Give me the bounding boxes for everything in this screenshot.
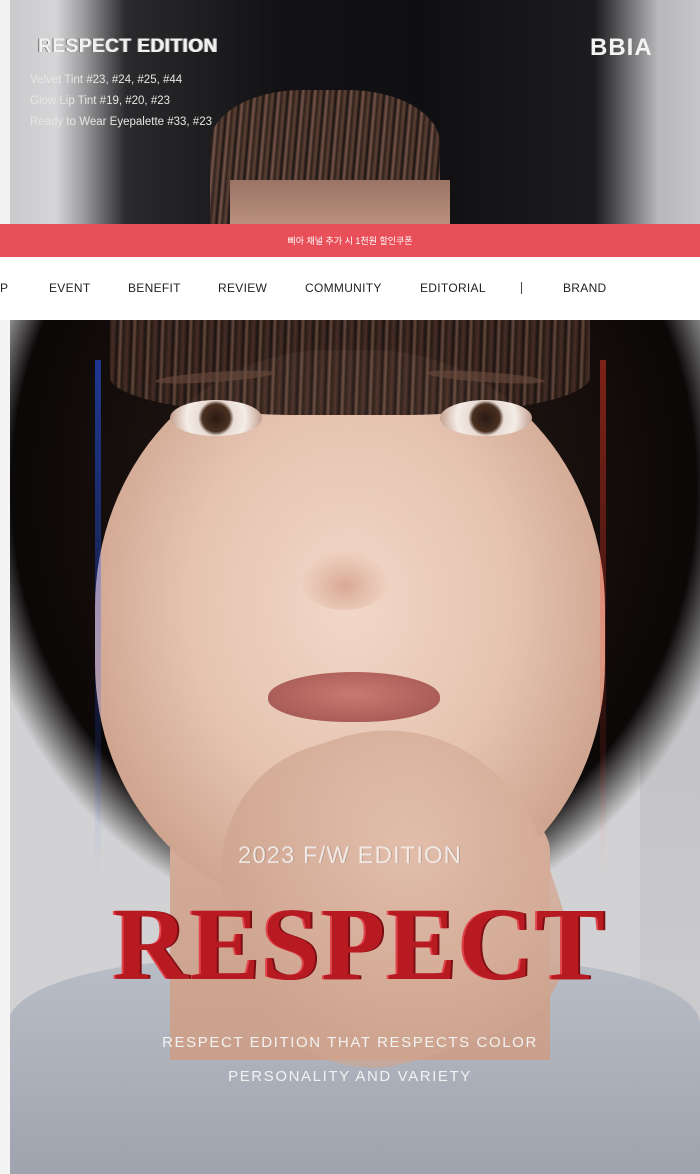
nav-item-benefit[interactable]: BENEFIT <box>128 281 181 295</box>
nav-item-community[interactable]: COMMUNITY <box>305 281 382 295</box>
nav-item-event[interactable]: EVENT <box>49 281 91 295</box>
nav-divider <box>521 282 522 294</box>
tagline-line-1: RESPECT EDITION THAT RESPECTS COLOR <box>162 1034 538 1051</box>
hero-product-item: Velvet Tint #23, #24, #25, #44 <box>30 74 183 86</box>
edition-label: 2023 F/W EDITION <box>237 842 463 869</box>
promo-text: 삐아 채널 추가 시 1천원 할인쿠폰 <box>287 236 413 246</box>
hero-face-image <box>230 180 450 224</box>
hero-product-list: Velvet Tint #23, #24, #25, #44 Glow Lip … <box>30 70 212 133</box>
nav-item-shop[interactable]: P <box>0 281 8 295</box>
model-bangs-image <box>110 320 590 415</box>
top-hero-banner[interactable]: RESPECT EDITION Velvet Tint #23, #24, #2… <box>0 0 700 224</box>
glitch-effect-right <box>600 360 606 880</box>
glitch-effect-left <box>95 360 101 880</box>
model-left-eye <box>170 400 262 436</box>
headline-respect: RESPECT <box>113 887 607 1002</box>
tagline-line-2: PERSONALITY AND VARIETY <box>228 1068 472 1085</box>
nav-item-review[interactable]: REVIEW <box>218 281 267 295</box>
banner-left-edge <box>0 0 10 224</box>
nav-item-editorial[interactable]: EDITORIAL <box>420 281 486 295</box>
main-nav: P EVENT BENEFIT REVIEW COMMUNITY EDITORI… <box>0 257 700 320</box>
nav-item-brand[interactable]: BRAND <box>563 281 607 295</box>
hero-title: RESPECT EDITION <box>38 36 218 57</box>
hero-product-item: Glow Lip Tint #19, #20, #23 <box>30 95 171 107</box>
hero-product-item: Ready to Wear Eyepalette #33, #23 <box>30 116 212 128</box>
main-banner[interactable]: 2023 F/W EDITION RESPECT RESPECT EDITION… <box>0 320 700 1174</box>
promo-bar[interactable]: 삐아 채널 추가 시 1천원 할인쿠폰 <box>0 224 700 257</box>
brand-logo[interactable]: BBIA <box>590 34 653 62</box>
model-nose <box>300 550 390 610</box>
model-right-eye <box>440 400 532 436</box>
model-lips <box>268 672 440 722</box>
